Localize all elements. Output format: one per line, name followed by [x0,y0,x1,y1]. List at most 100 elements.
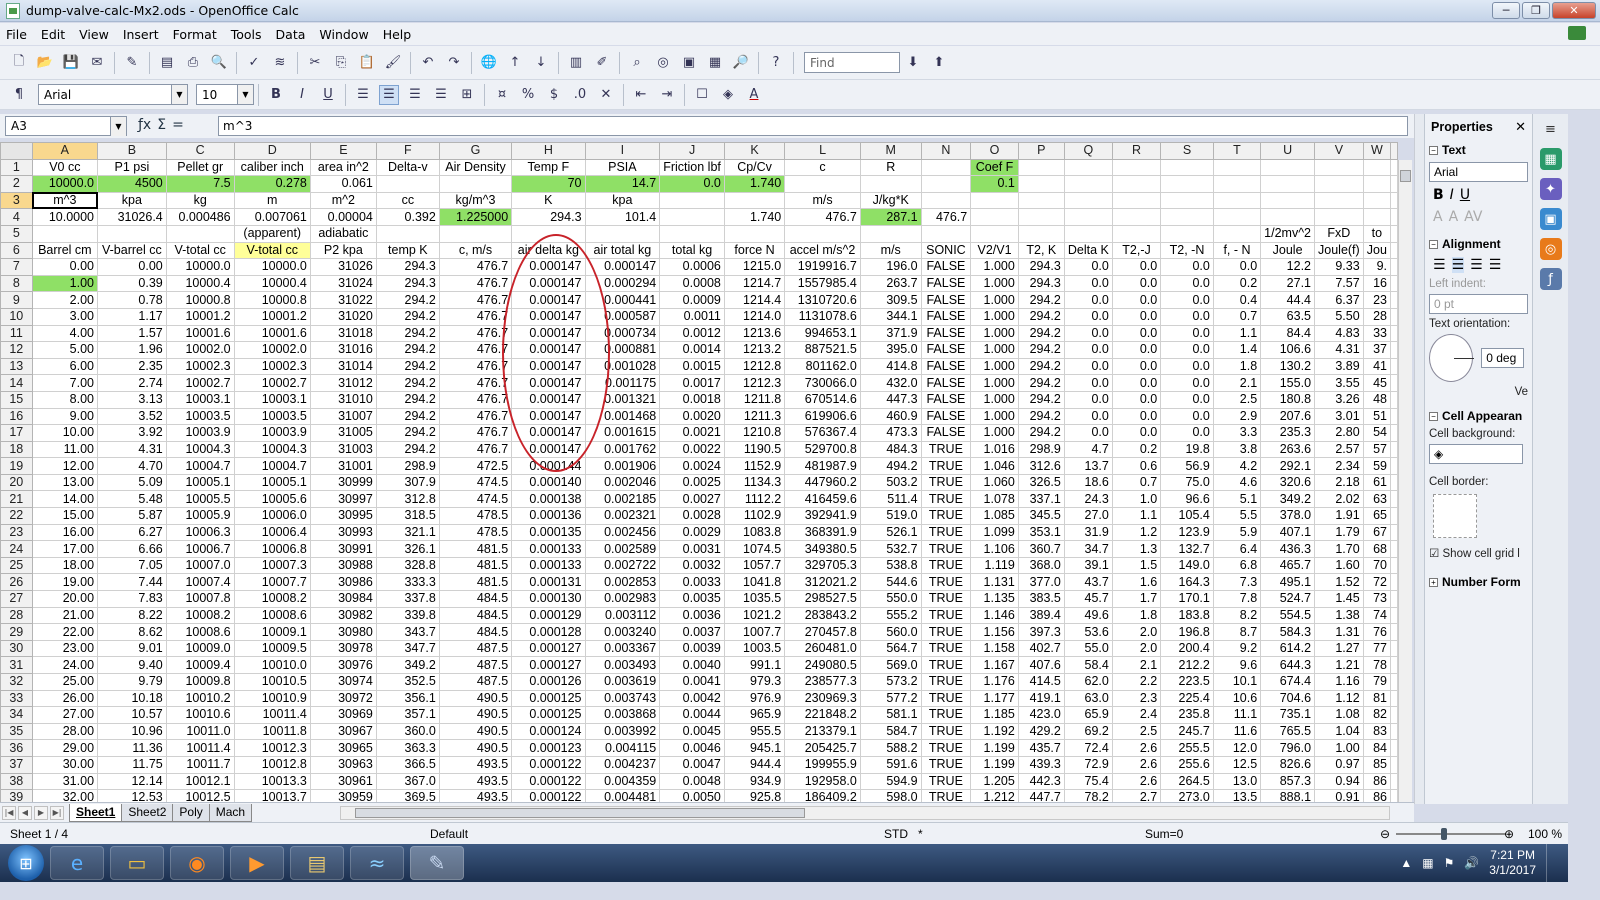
cell-P26[interactable]: 377.0 [1017,573,1065,592]
cell-W39[interactable]: 86 [1362,789,1392,802]
cell-U36[interactable]: 796.0 [1260,739,1316,757]
cell-D3[interactable]: m [233,191,311,210]
cell-F17[interactable]: 294.2 [375,424,440,442]
cell-L30[interactable]: 260481.0 [784,639,861,658]
cell-T2[interactable] [1212,175,1262,193]
cell-P17[interactable]: 294.2 [1017,424,1065,442]
row-header[interactable]: 36 [0,739,33,757]
cell-S37[interactable]: 255.6 [1160,755,1214,774]
find-previous-icon[interactable]: ⬆ [929,53,949,73]
cell-H5[interactable] [511,224,586,243]
cell-I5[interactable] [584,224,661,243]
cell-B37[interactable]: 11.75 [97,755,167,774]
cell-L38[interactable]: 192958.0 [784,772,861,791]
cell-F7[interactable]: 294.3 [375,258,440,276]
cell-Q6[interactable]: Delta K [1063,241,1113,260]
cell-D15[interactable]: 10003.1 [233,390,311,409]
cell-M27[interactable]: 550.0 [859,590,922,608]
cell-Q8[interactable]: 0.0 [1063,274,1113,293]
cell-D29[interactable]: 10009.1 [233,623,311,641]
cell-L7[interactable]: 1919916.7 [784,258,861,276]
align-center-icon[interactable]: ☰ [1451,257,1465,273]
cell-F38[interactable]: 367.0 [375,772,440,791]
media-player-icon[interactable]: ▶ [230,846,284,880]
cell-R6[interactable]: T2,-J [1111,241,1162,260]
cell-D23[interactable]: 10006.4 [233,523,311,542]
cell-K13[interactable]: 1212.8 [723,357,786,376]
align-right-icon[interactable]: ☰ [405,85,425,105]
cell-J39[interactable]: 0.0050 [659,789,725,802]
cell-L32[interactable]: 238577.3 [784,673,861,691]
currency-format-icon[interactable]: ¤ [492,85,512,105]
cell-H36[interactable]: 0.000123 [511,739,586,757]
cell-V5[interactable]: FxD [1314,224,1364,243]
cell-O28[interactable]: 1.146 [970,606,1019,625]
cell-S35[interactable]: 245.7 [1160,722,1214,741]
cell-K26[interactable]: 1041.8 [723,573,786,592]
cell-Q4[interactable] [1063,208,1113,226]
cell-V21[interactable]: 2.02 [1314,490,1364,509]
cell-O27[interactable]: 1.135 [970,590,1019,608]
row-header[interactable]: 17 [0,424,33,442]
cell-D39[interactable]: 10013.7 [233,789,311,802]
cell-S10[interactable]: 0.0 [1160,307,1214,326]
cell-S1[interactable] [1160,158,1214,177]
text-section-header[interactable]: − Text [1425,140,1532,160]
cell-O23[interactable]: 1.099 [970,523,1019,542]
column-header[interactable]: M [859,142,922,160]
cell-S20[interactable]: 75.0 [1160,473,1214,492]
cell-S16[interactable]: 0.0 [1160,407,1214,426]
print-icon[interactable]: ⎙ [183,53,203,73]
cell-B19[interactable]: 4.70 [97,457,167,475]
cell-B35[interactable]: 10.96 [97,722,167,741]
update-available-icon[interactable] [1568,26,1586,40]
cell-A19[interactable]: 12.00 [31,457,99,475]
cell-Q28[interactable]: 49.6 [1063,606,1113,625]
cell-J16[interactable]: 0.0020 [659,407,725,426]
cell-B23[interactable]: 6.27 [97,523,167,542]
cell-C33[interactable]: 10010.2 [165,689,235,708]
add-decimal-icon[interactable]: .0 [570,85,590,105]
cell-T23[interactable]: 5.9 [1212,523,1262,542]
cell-A30[interactable]: 23.00 [31,639,99,658]
cell-C11[interactable]: 10001.6 [165,324,235,343]
cell-O34[interactable]: 1.185 [970,706,1019,724]
cell-S8[interactable]: 0.0 [1160,274,1214,293]
cell-K14[interactable]: 1212.3 [723,374,786,392]
selection-mode[interactable]: STD [884,827,908,841]
cell-W20[interactable]: 61 [1362,473,1392,492]
cell-A29[interactable]: 22.00 [31,623,99,641]
cell-L26[interactable]: 312021.2 [784,573,861,592]
cell-B9[interactable]: 0.78 [97,291,167,309]
cell-O7[interactable]: 1.000 [970,258,1019,276]
cell-G30[interactable]: 487.5 [438,639,513,658]
cell-K3[interactable] [723,191,786,210]
row-header[interactable]: 19 [0,457,33,475]
cell-J29[interactable]: 0.0037 [659,623,725,641]
cell-J8[interactable]: 0.0008 [659,274,725,293]
cell-E33[interactable]: 30972 [309,689,377,708]
row-header[interactable]: 7 [0,258,33,276]
cell-O24[interactable]: 1.106 [970,540,1019,558]
cell-T8[interactable]: 0.2 [1212,274,1262,293]
alignment-section-header[interactable]: − Alignment [1425,234,1532,254]
cell-C2[interactable]: 7.5 [165,175,235,193]
cell-E32[interactable]: 30974 [309,673,377,691]
cell-N19[interactable]: TRUE [920,457,972,475]
cell-J37[interactable]: 0.0047 [659,755,725,774]
cell-F15[interactable]: 294.2 [375,390,440,409]
cell-L37[interactable]: 199955.9 [784,755,861,774]
cell-E17[interactable]: 31005 [309,424,377,442]
gallery-tab-icon[interactable]: ▣ [1539,208,1562,230]
cell-V31[interactable]: 1.21 [1314,656,1364,674]
cell-N27[interactable]: TRUE [920,590,972,608]
cell-F12[interactable]: 294.2 [375,341,440,359]
cell-U20[interactable]: 320.6 [1260,473,1316,492]
cell-K18[interactable]: 1190.5 [723,440,786,459]
cell-O10[interactable]: 1.000 [970,307,1019,326]
cell-H17[interactable]: 0.000147 [511,424,586,442]
cell-A37[interactable]: 30.00 [31,755,99,774]
cell-T24[interactable]: 6.4 [1212,540,1262,558]
cell-H19[interactable]: 0.000144 [511,457,586,475]
cell-I2[interactable]: 14.7 [584,175,661,193]
